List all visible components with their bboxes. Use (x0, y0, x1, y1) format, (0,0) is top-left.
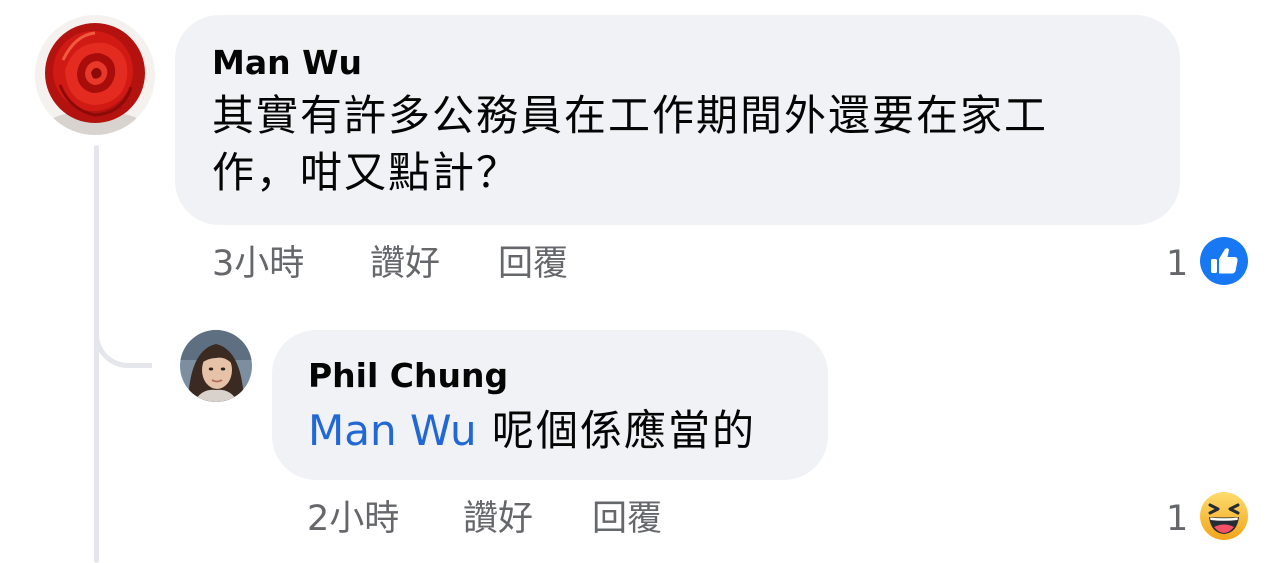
haha-icon[interactable] (1199, 491, 1249, 541)
like-button[interactable]: 讚好 (463, 497, 533, 541)
like-button[interactable]: 讚好 (370, 242, 440, 286)
reaction-count[interactable]: 1 (1166, 242, 1188, 286)
comment-timestamp[interactable]: 2小時 (307, 497, 399, 541)
avatar[interactable] (180, 330, 252, 402)
reply-button[interactable]: 回覆 (498, 242, 568, 286)
reaction-count[interactable]: 1 (1166, 497, 1188, 541)
comment-timestamp[interactable]: 3小時 (212, 242, 304, 286)
thread-line (94, 145, 99, 563)
red-rose-avatar-icon (35, 15, 155, 135)
comment-text: 其實有許多公務員在工作期間外還要在家工 作，咁又點計？ (212, 87, 1143, 201)
comment-text: Man Wu 呢個係應當的 (308, 402, 792, 459)
comment-text-body: 呢個係應當的 (491, 406, 756, 455)
comment-text-line: 其實有許多公務員在工作期間外還要在家工 (212, 91, 1049, 140)
comment-author[interactable]: Phil Chung (308, 356, 792, 396)
mention-link[interactable]: Man Wu (308, 406, 477, 455)
like-icon[interactable] (1199, 236, 1249, 286)
avatar[interactable] (35, 15, 155, 135)
comment-bubble: Man Wu 其實有許多公務員在工作期間外還要在家工 作，咁又點計？ (175, 15, 1180, 225)
person-photo-avatar-icon (180, 330, 252, 402)
comment-author[interactable]: Man Wu (212, 43, 1143, 83)
reply-connector (94, 290, 152, 368)
comment-bubble: Phil Chung Man Wu 呢個係應當的 (272, 330, 828, 480)
reply-button[interactable]: 回覆 (592, 497, 662, 541)
comment-text-line: 作，咁又點計？ (212, 148, 521, 197)
